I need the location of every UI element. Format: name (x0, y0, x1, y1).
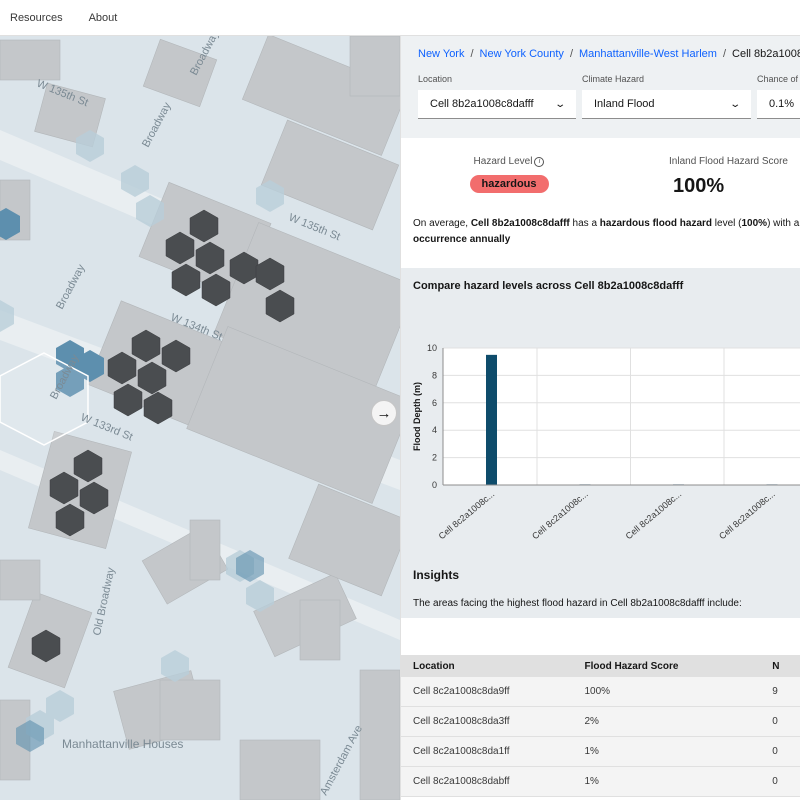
expand-panel-button[interactable]: → (371, 400, 397, 426)
table-row[interactable]: Cell 8c2a1008c8dabff 1% 0 (401, 767, 800, 797)
hazard-filter: Climate Hazard Inland Flood ⌄ (582, 74, 751, 119)
compare-title: Compare hazard levels across Cell 8b2a10… (413, 280, 684, 292)
hazard-summary: Hazard Level i hazardous Inland Flood Ha… (401, 138, 800, 268)
hazard-score-title: Inland Flood Hazard Score (669, 156, 788, 167)
hazard-score-value: 100% (673, 175, 725, 197)
chart-y-tick-label: 6 (432, 398, 437, 408)
location-label: Location (418, 74, 453, 84)
map-label-old-broadway: Old Broadway (91, 566, 117, 637)
location-filter: Location Cell 8b2a1008c8dafff ⌄ (418, 74, 576, 119)
breadcrumb-separator: / (722, 48, 727, 60)
col-flood-score[interactable]: Flood Hazard Score (584, 661, 772, 672)
nav-about-link[interactable]: About (89, 12, 118, 24)
breadcrumb-separator: / (470, 48, 474, 60)
insights-text: The areas facing the highest flood hazar… (413, 598, 742, 609)
location-value: Cell 8b2a1008c8dafff (430, 98, 534, 110)
breadcrumb-current: Cell 8b2a1008c8dafff (732, 48, 800, 60)
chart-x-tick-label: Cell 8c2a1008c... (437, 489, 497, 541)
cell-location: Cell 8c2a1008c8da9ff (413, 686, 510, 697)
cell-location: Cell 8c2a1008c8dabff (413, 776, 510, 787)
table-header: Location Flood Hazard Score N (401, 655, 800, 677)
hazard-score-card: Inland Flood Hazard Score 100% (605, 156, 788, 198)
hazard-level-title: Hazard Level (473, 156, 533, 167)
cell-extra: 9 (772, 686, 778, 697)
chart-x-tick-label: Cell 8c2a1008c... (624, 489, 684, 541)
hazard-select[interactable]: Inland Flood ⌄ (582, 90, 751, 119)
chart-bar (486, 354, 497, 485)
map-view[interactable]: W 135th St Broadway Broadway W 135th St … (0, 36, 400, 800)
col-extra[interactable]: N (772, 661, 800, 672)
cell-extra: 0 (772, 746, 778, 757)
location-select[interactable]: Cell 8b2a1008c8dafff ⌄ (418, 90, 576, 119)
map-label-amsterdam: Amsterdam Ave (318, 723, 365, 797)
cell-flood-score: 100% (584, 686, 611, 697)
map-label-manhattanville: Manhattanville Houses (62, 737, 183, 751)
map-label-w133: W 133rd St (79, 412, 135, 444)
filters-row: Location Cell 8b2a1008c8dafff ⌄ Climate … (418, 74, 800, 119)
breadcrumb-manhattanville[interactable]: Manhattanville-West Harlem (579, 48, 717, 60)
chevron-down-icon: ⌄ (553, 98, 566, 110)
panel-header: New York / New York County / Manhattanvi… (401, 36, 800, 138)
chart-y-tick-label: 2 (432, 453, 437, 463)
table-row[interactable]: Cell 8c2a1008c8da1ff 1% 0 (401, 737, 800, 767)
chart-y-axis-label: Flood Depth (m) (412, 382, 422, 451)
chart-y-tick-label: 8 (432, 370, 437, 380)
chance-filter: Chance of 0.1% (757, 74, 800, 119)
cell-flood-score: 1% (584, 776, 599, 787)
info-icon[interactable]: i (534, 156, 545, 167)
chevron-down-icon: ⌄ (728, 98, 741, 110)
chance-label: Chance of (757, 74, 799, 84)
map-canvas[interactable]: W 135th St Broadway Broadway W 135th St … (0, 36, 400, 800)
map-label-broadway-left: Broadway (54, 262, 88, 311)
cell-location: Cell 8c2a1008c8da1ff (413, 746, 510, 757)
hazard-label: Climate Hazard (582, 74, 645, 84)
nav-resources-link[interactable]: Resources (10, 12, 63, 24)
hazard-level-badge: hazardous (469, 175, 549, 193)
cell-location: Cell 8c2a1008c8da3ff (413, 716, 510, 727)
hazard-level-card: Hazard Level i hazardous (413, 156, 605, 198)
insights-title: Insights (413, 568, 460, 582)
compare-section: Compare hazard levels across Cell 8b2a10… (401, 268, 800, 618)
hazard-summary-text: On average, Cell 8b2a1008c8dafff has a h… (413, 218, 800, 245)
breadcrumb-new-york-county[interactable]: New York County (480, 48, 564, 60)
details-panel: New York / New York County / Manhattanvi… (400, 36, 800, 800)
table-row[interactable]: Cell 8c2a1008c8da3ff 2% 0 (401, 707, 800, 737)
chart-y-tick-label: 0 (432, 480, 437, 490)
insights-table: Location Flood Hazard Score N Cell 8c2a1… (401, 655, 800, 797)
cell-flood-score: 1% (584, 746, 599, 757)
breadcrumb: New York / New York County / Manhattanvi… (418, 48, 800, 60)
cell-extra: 0 (772, 776, 778, 787)
chart-x-tick-label: Cell 8c2a1008c... (530, 489, 590, 541)
arrow-right-icon: → (376, 404, 392, 422)
chart-x-tick-label: Cell 8c2a1008c... (717, 489, 777, 541)
cell-extra: 0 (772, 716, 778, 727)
hazard-value: Inland Flood (594, 98, 655, 110)
flood-depth-chart: 0 2 4 6 8 10 Flood Depth (m) Cell 8c2a1008c... C… (412, 343, 800, 541)
chance-value: 0.1% (769, 98, 795, 110)
table-row[interactable]: Cell 8c2a1008c8da9ff 100% 9 (401, 677, 800, 707)
chart-y-tick-label: 4 (432, 425, 437, 435)
chance-select[interactable]: 0.1% (757, 90, 800, 119)
table-body: Cell 8c2a1008c8da9ff 100% 9 Cell 8c2a1008c8… (401, 677, 800, 797)
col-location[interactable]: Location (401, 661, 584, 672)
cell-flood-score: 2% (584, 716, 599, 727)
top-nav: Resources About (0, 0, 800, 36)
breadcrumb-separator: / (569, 48, 573, 60)
map-label-broadway-top: Broadway (140, 100, 174, 149)
breadcrumb-new-york[interactable]: New York (418, 48, 464, 60)
chart-y-tick-label: 10 (427, 343, 437, 353)
